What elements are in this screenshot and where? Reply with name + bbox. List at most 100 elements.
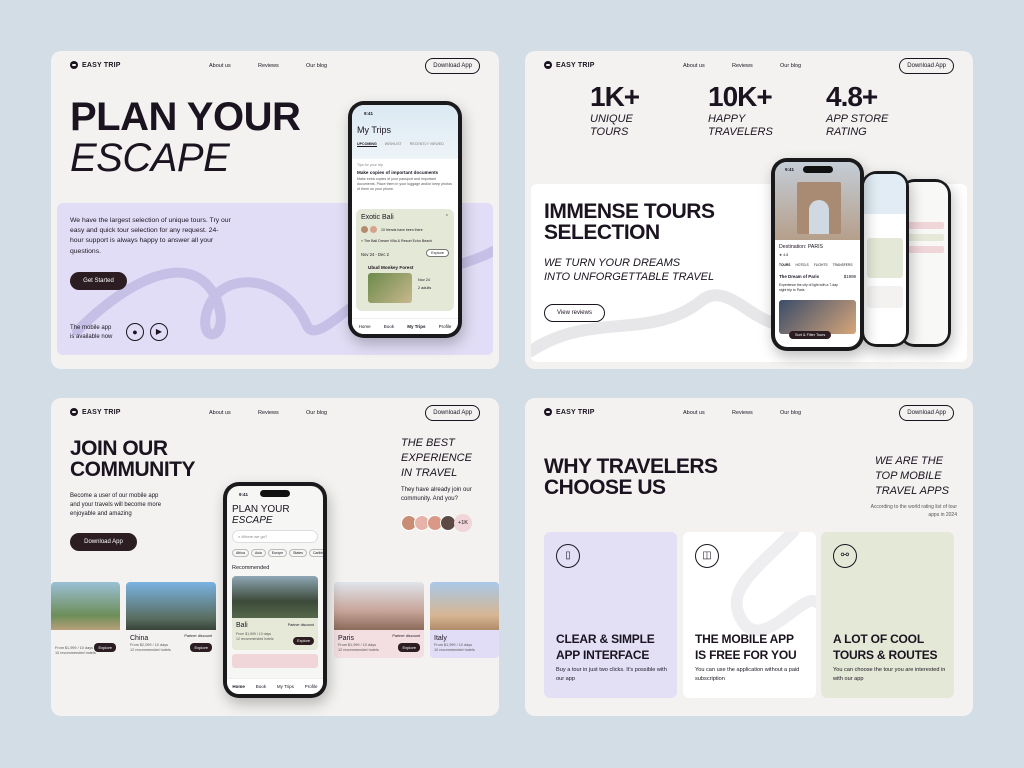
chevron-up-icon[interactable]: ⌃: [445, 214, 449, 220]
nav-home[interactable]: Home: [359, 324, 371, 329]
top-nav: EASY TRIP About us Reviews Our blog Down…: [51, 51, 499, 81]
card-explore-button[interactable]: Explore: [293, 637, 314, 645]
trip-dates: Nov 24 - Dec 2: [361, 252, 389, 257]
store-icon: ◫: [695, 544, 719, 568]
download-app-button[interactable]: Download App: [899, 58, 954, 74]
brand-logo[interactable]: EASY TRIP: [70, 408, 121, 416]
bali-card[interactable]: Bali Partner discount From $1,999 / 10 d…: [232, 576, 318, 650]
nav-blog[interactable]: Our blog: [306, 410, 327, 416]
get-started-button[interactable]: Get Started: [70, 272, 127, 290]
chip-europe[interactable]: Europe: [267, 549, 288, 557]
hero-title-line1: PLAN YOUR: [70, 95, 301, 139]
route-icon: ⚯: [833, 544, 857, 568]
trip-explore-button[interactable]: Explore: [426, 249, 449, 257]
chip-africa[interactable]: Africa: [232, 549, 249, 557]
stat-rating-label: APP STORE RATING: [826, 113, 888, 138]
nav-about[interactable]: About us: [209, 410, 231, 416]
stat-rating-label-2: RATING: [826, 125, 867, 138]
nav-blog[interactable]: Our blog: [306, 63, 327, 69]
hero-description: We have the largest selection of unique …: [70, 217, 231, 255]
chip-states[interactable]: States: [289, 549, 307, 557]
chip-asia[interactable]: Asia: [250, 549, 266, 557]
logo-icon: [544, 61, 552, 69]
nav-reviews[interactable]: Reviews: [732, 63, 753, 69]
sub-details: Nov 24 2 adults: [418, 277, 431, 292]
nav-about[interactable]: About us: [683, 410, 705, 416]
download-app-button[interactable]: Download App: [425, 58, 480, 74]
nav-blog[interactable]: Our blog: [780, 410, 801, 416]
tab-transfers[interactable]: TRANSFERS: [833, 263, 853, 267]
next-card-preview: [232, 654, 318, 668]
stat-rating-label-1: APP STORE: [826, 113, 889, 125]
nav-profile[interactable]: Profile: [305, 684, 318, 689]
section-subtitle: WE TURN YOUR DREAMS INTO UNFORGETTABLE T…: [544, 256, 714, 285]
brand-logo[interactable]: EASY TRIP: [70, 61, 121, 69]
destination-tabs: TOURS HOTELS FLIGHTS TRANSFERS: [779, 263, 853, 267]
view-reviews-button[interactable]: View reviews: [544, 304, 605, 322]
dest-explore-button[interactable]: Explore: [190, 643, 212, 652]
nav-reviews[interactable]: Reviews: [258, 63, 279, 69]
nav-blog[interactable]: Our blog: [780, 63, 801, 69]
nav-reviews[interactable]: Reviews: [258, 410, 279, 416]
nav-about[interactable]: About us: [209, 63, 231, 69]
community-title: JOIN OUR COMMUNITY: [70, 438, 196, 481]
feature-card-routes: ⚯ A LOT OF COOL TOURS & ROUTES You can ch…: [821, 532, 954, 698]
search-input[interactable]: ⌕ Where we go?: [232, 530, 318, 543]
phone-title: PLAN YOUR ESCAPE: [232, 504, 290, 526]
subtitle-line1: WE TURN YOUR DREAMS: [544, 257, 681, 269]
tour-image: [779, 300, 856, 334]
section-title-line1: IMMENSE TOURS: [544, 200, 715, 223]
destination-card-italy[interactable]: Italy From $1,999 / 10 days 10 recommend…: [430, 582, 499, 658]
phone-screen: 9:41 Destination: PARIS ★ 4.8 TOURS HOTE…: [775, 162, 860, 347]
tab-recently-viewed[interactable]: RECENTLY VIEWED: [410, 142, 444, 147]
phone-tab-bar: Home Book My Trips Profile: [352, 318, 458, 334]
feature-title: A LOT OF COOL TOURS & ROUTES: [833, 632, 938, 663]
feature-card-interface: ▯ CLEAR & SIMPLE APP INTERFACE Buy a tour…: [544, 532, 677, 698]
coast-image: [51, 582, 120, 630]
nav-my-trips[interactable]: My Trips: [277, 684, 294, 689]
download-app-cta[interactable]: Download App: [70, 533, 137, 551]
feature-description: You can choose the tour you are interest…: [833, 667, 946, 682]
destination-card-partial[interactable]: From $1,999 / 10 days 10 recommended hot…: [51, 582, 120, 658]
stat-travelers-label-1: HAPPY: [708, 113, 746, 125]
nav-book[interactable]: Book: [256, 684, 266, 689]
chip-caribbean[interactable]: Caribbean: [309, 549, 323, 557]
feature-title: THE MOBILE APP IS FREE FOR YOU: [695, 632, 797, 663]
brand-logo[interactable]: EASY TRIP: [544, 61, 595, 69]
tab-tours[interactable]: TOURS: [779, 263, 790, 267]
side-line2: TOP MOBILE: [875, 469, 942, 482]
phone-notch: [260, 490, 290, 497]
tab-hotels[interactable]: HOTELS: [795, 263, 808, 267]
tab-flights[interactable]: FLIGHTS: [814, 263, 828, 267]
download-app-button[interactable]: Download App: [899, 405, 954, 421]
list-row: [906, 234, 944, 241]
partner-discount: Partner discount: [287, 623, 314, 627]
destination-card-china[interactable]: China Partner discount From $2,099 / 10 …: [126, 582, 216, 658]
dest-explore-button[interactable]: Explore: [398, 643, 420, 652]
my-trips-title: My Trips: [357, 125, 392, 135]
partial-explore-button[interactable]: Explore: [94, 643, 116, 652]
trip-card: [867, 238, 903, 278]
brand-logo[interactable]: EASY TRIP: [544, 408, 595, 416]
nav-profile[interactable]: Profile: [439, 324, 452, 329]
sort-filter-button[interactable]: Sort & Filter Tours: [789, 331, 832, 339]
avatar: [370, 226, 377, 233]
top-nav: EASY TRIP About us Reviews Our blog Down…: [51, 398, 499, 428]
tab-wishlist[interactable]: WISHLIST: [385, 142, 402, 147]
paris-image: [334, 582, 424, 630]
phone-screen: 9:41 My Trips UPCOMING WISHLIST RECENTLY…: [352, 105, 458, 334]
trip-card[interactable]: Exotic Bali ⌃ 10 friends have been there…: [356, 209, 454, 311]
tab-upcoming[interactable]: UPCOMING: [357, 142, 377, 147]
nav-home[interactable]: Home: [232, 684, 245, 689]
nav-my-trips[interactable]: My Trips: [407, 324, 425, 329]
google-play-icon[interactable]: ▶: [150, 323, 168, 341]
nav-reviews[interactable]: Reviews: [732, 410, 753, 416]
nav-book[interactable]: Book: [384, 324, 394, 329]
apple-store-icon[interactable]: ●: [126, 323, 144, 341]
hotel-name: The Bali Dream Villa & Resort Echo Beach: [363, 239, 433, 243]
nav-about[interactable]: About us: [683, 63, 705, 69]
destination-card-paris[interactable]: Paris Partner discount From $1,999 / 10 …: [334, 582, 424, 658]
download-app-button[interactable]: Download App: [425, 405, 480, 421]
side-line2: EXPERIENCE: [401, 451, 472, 464]
stat-tours-label: UNIQUE TOURS: [590, 113, 633, 138]
